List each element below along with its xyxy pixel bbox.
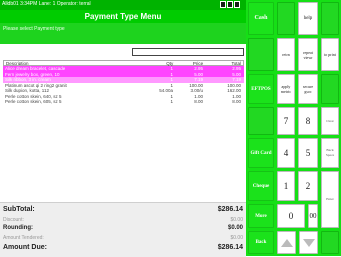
blank-button[interactable] [248, 107, 274, 135]
scroll-up-button[interactable] [277, 231, 296, 254]
table-row[interactable]: Perle cotton skein, 605, sz 5 1 8.00 8.0… [3, 99, 244, 105]
tendered-label: Amount Tendered: [3, 235, 44, 241]
secure-button[interactable]: secure gsoc [298, 74, 318, 104]
more-button[interactable]: More [248, 204, 274, 228]
key-8[interactable]: 8 [298, 107, 318, 135]
apply-metric-button[interactable]: apply metric [277, 74, 295, 104]
key-4[interactable]: 4 [277, 138, 295, 168]
blank-button[interactable] [248, 38, 274, 71]
key-7[interactable]: 7 [277, 107, 295, 135]
amount-due-value: $286.14 [217, 244, 243, 251]
col-total: Total [231, 61, 241, 66]
key-00[interactable]: 00 [308, 204, 318, 228]
items-table: Description Qty Price Total Alice dream … [3, 60, 244, 105]
transaction-panel: Alldb01 3:34PM Lane: 1 Operator: terral … [0, 0, 246, 257]
page-title: Payment Type Menu [0, 10, 246, 23]
return-button[interactable]: retrn [277, 38, 295, 71]
window-icon[interactable] [227, 1, 233, 8]
clear-button[interactable]: Clear [321, 107, 339, 135]
payment-keypad: Cash help retrn repeat viewr to print EF… [246, 0, 341, 256]
arrow-up-icon [280, 238, 293, 247]
keyboard-icon[interactable] [220, 1, 226, 8]
key-5[interactable]: 5 [298, 138, 318, 168]
close-icon[interactable] [234, 1, 240, 8]
amount-due-row: Amount Due: $286.14 [3, 244, 243, 251]
repeat-viewer-button[interactable]: repeat viewr [298, 38, 318, 71]
row-description: Perle cotton skein, 605, sz 5 [5, 99, 62, 104]
row-qty: 1 [170, 99, 173, 104]
eftpos-button[interactable]: EFTPOS [248, 74, 274, 104]
cheque-button[interactable]: Cheque [248, 171, 274, 201]
help-button[interactable]: help [298, 2, 318, 35]
blank-button[interactable] [277, 2, 295, 35]
key-2[interactable]: 2 [298, 171, 318, 201]
col-qty: Qty [166, 61, 174, 66]
blank-button[interactable] [321, 231, 339, 254]
payment-input[interactable] [132, 48, 244, 56]
row-price: 8.00 [194, 99, 203, 104]
status-info: Alldb01 3:34PM Lane: 1 Operator: terral [2, 1, 91, 7]
subtotal-value: $286.14 [217, 206, 243, 213]
enter-button[interactable]: Enter [321, 171, 339, 228]
back-button[interactable]: Back [248, 231, 274, 254]
col-description: Description [6, 61, 29, 65]
prompt-label: Please select Payment type [3, 26, 65, 32]
prompt-area: Please select Payment type [0, 23, 246, 44]
amount-due-label: Amount Due: [3, 244, 47, 251]
gift-card-button[interactable]: Gift Card [248, 138, 274, 168]
rounding-label: Rounding: [3, 225, 33, 231]
blank-button[interactable] [321, 74, 339, 104]
discount-label: Discount: [3, 217, 24, 223]
print-button[interactable]: to print [321, 38, 339, 71]
status-bar: Alldb01 3:34PM Lane: 1 Operator: terral [0, 0, 246, 10]
rounding-value: $0.00 [227, 225, 243, 231]
row-total: 8.00 [232, 99, 241, 104]
discount-value: $0.00 [230, 217, 243, 223]
key-1[interactable]: 1 [277, 171, 295, 201]
discount-row: Discount: $0.00 [3, 217, 243, 223]
rounding-row: Rounding: $0.00 [3, 225, 243, 231]
totals-summary: SubTotal: $286.14 Discount: $0.00 Roundi… [0, 202, 246, 257]
backspace-button[interactable]: Back Space [321, 138, 339, 168]
tendered-value: $0.00 [230, 235, 243, 241]
arrow-down-icon [302, 238, 315, 247]
subtotal-row: SubTotal: $286.14 [3, 206, 243, 213]
scroll-down-button[interactable] [299, 231, 318, 254]
tendered-row: Amount Tendered: $0.00 [3, 235, 243, 241]
window-controls [220, 1, 240, 8]
col-price: Price [192, 61, 204, 66]
key-0[interactable]: 0 [277, 204, 305, 228]
blank-button[interactable] [321, 2, 339, 35]
subtotal-label: SubTotal: [3, 206, 35, 213]
cash-button[interactable]: Cash [248, 2, 274, 35]
